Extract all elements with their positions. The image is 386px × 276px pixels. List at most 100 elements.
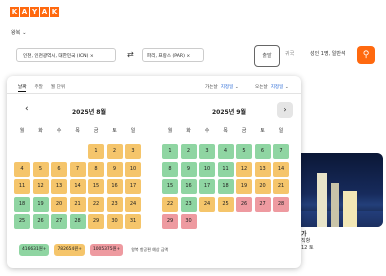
calendar-day[interactable]: 18 [217, 179, 234, 194]
calendar-day[interactable]: 7 [69, 161, 86, 177]
calendar-day[interactable]: 9 [180, 161, 197, 177]
calendar-day[interactable]: 4 [14, 161, 30, 177]
calendar-day[interactable]: 11 [217, 161, 234, 177]
calendar-day[interactable]: 10 [125, 161, 141, 177]
chevron-down-icon: ⌄ [283, 85, 289, 90]
calendar-day[interactable]: 6 [51, 161, 67, 177]
chevron-down-icon: ⌄ [22, 30, 27, 36]
calendar-day[interactable]: 12 [236, 161, 252, 177]
calendar-day[interactable]: 29 [88, 214, 104, 229]
calendar-grid-august: 1 2 3 4 5 6 7 8 9 10 11 12 13 14 15 16 17 18 19 20 21 22 23 24 2… [14, 144, 141, 229]
calendar-day[interactable]: 23 [180, 196, 197, 212]
calendar-day[interactable]: 26 [236, 196, 252, 212]
remove-destination-icon[interactable]: × [186, 54, 190, 59]
chevron-down-icon: ⌄ [233, 85, 239, 90]
calendar-day[interactable]: 5 [236, 144, 252, 159]
calendar-day[interactable]: 5 [32, 161, 49, 177]
calendar-day[interactable]: 10 [199, 161, 215, 177]
calendar-day[interactable]: 30 [180, 214, 197, 229]
calendar-day[interactable]: 8 [88, 161, 104, 177]
depart-date-field[interactable]: 출발 [254, 45, 280, 67]
search-bar: 인천, 인천광역시, 대한민국 (ICN) × ⇄ 파리, 프랑스 (PAR) … [10, 42, 380, 71]
destination-card-text: 가 직항 12 토 [301, 231, 314, 252]
next-month-button[interactable]: › [277, 102, 293, 118]
calendar-day[interactable]: 2 [106, 144, 123, 159]
calendar-day[interactable]: 25 [14, 214, 30, 229]
calendar-day[interactable]: 22 [162, 196, 178, 212]
calendar-day[interactable]: 17 [125, 179, 141, 194]
calendar-day[interactable]: 26 [32, 214, 49, 229]
weekday-label: 목 [223, 128, 228, 134]
calendar-day[interactable]: 3 [199, 144, 215, 159]
tab-weekends[interactable]: 주말 [34, 84, 42, 92]
calendar-day[interactable]: 21 [273, 179, 289, 194]
tab-monthly[interactable]: 월 단위 [51, 84, 65, 92]
travelers-field[interactable]: 성인 1명, 일반석 [310, 48, 346, 60]
kayak-logo[interactable]: KAYAK [10, 7, 59, 17]
calendar-day[interactable]: 8 [162, 161, 178, 177]
calendar-day[interactable]: 7 [273, 144, 289, 159]
weekday-label: 금 [93, 128, 99, 134]
calendar-day[interactable]: 18 [14, 196, 30, 212]
weekday-label: 수 [56, 128, 62, 134]
calendar-day[interactable]: 19 [32, 196, 49, 212]
calendar-day[interactable]: 12 [32, 179, 49, 194]
return-flex-select[interactable]: 오는날 지정일 ⌄ [255, 84, 289, 90]
prev-month-button[interactable]: ‹ [25, 104, 29, 114]
weekday-label: 월 [19, 128, 25, 134]
calendar-day[interactable]: 24 [199, 196, 215, 212]
calendar-day[interactable]: 15 [162, 179, 178, 194]
calendar-day[interactable]: 27 [51, 214, 67, 229]
calendar-day[interactable]: 20 [51, 196, 67, 212]
calendar-day[interactable]: 14 [69, 179, 86, 194]
calendar-day[interactable]: 30 [106, 214, 123, 229]
calendar-day[interactable]: 19 [236, 179, 252, 194]
legend-note: 왕복 항공편 예상 금액 [131, 247, 169, 252]
depart-flex-label: 가는날 [205, 85, 218, 90]
calendar-day[interactable]: 1 [88, 144, 104, 159]
search-button[interactable]: ⚲ [357, 46, 375, 64]
calendar-day[interactable]: 13 [51, 179, 67, 194]
calendar-day[interactable]: 23 [106, 196, 123, 212]
calendar-day[interactable]: 11 [14, 179, 30, 194]
trip-type-select[interactable]: 왕복 ⌄ [11, 29, 26, 36]
calendar-day[interactable]: 29 [162, 214, 178, 229]
calendar-day[interactable]: 21 [69, 196, 86, 212]
depart-flex-select[interactable]: 가는날 지정일 ⌄ [205, 84, 239, 90]
swap-icon[interactable]: ⇄ [127, 50, 134, 59]
calendar-day[interactable]: 25 [217, 196, 234, 212]
remove-origin-icon[interactable]: × [90, 54, 94, 59]
calendar-day[interactable]: 6 [254, 144, 271, 159]
calendar-day[interactable]: 16 [106, 179, 123, 194]
calendar-day[interactable]: 22 [88, 196, 104, 212]
destination-card-image[interactable] [287, 153, 383, 227]
calendar-day[interactable]: 28 [69, 214, 86, 229]
calendar-day[interactable]: 4 [217, 144, 234, 159]
calendar-day[interactable]: 31 [125, 214, 141, 229]
weekday-label: 토 [112, 128, 117, 134]
month-title-august: 2025년 8월 [72, 109, 107, 116]
origin-field[interactable]: 인천, 인천광역시, 대한민국 (ICN) × [16, 48, 116, 62]
calendar-day[interactable]: 3 [125, 144, 141, 159]
weekday-header-august: 월화수목금토일 [14, 127, 141, 134]
calendar-day[interactable]: 24 [125, 196, 141, 212]
logo-letter: K [10, 7, 19, 17]
calendar-day[interactable]: 2 [180, 144, 197, 159]
calendar-blank [70, 144, 86, 159]
calendar-day[interactable]: 13 [254, 161, 271, 177]
calendar-grid-september: 1 2 3 4 5 6 7 8 9 10 11 12 13 14 15 16 17 18 19 20 21 22 23 24 2… [162, 144, 289, 229]
calendar-day[interactable]: 9 [106, 161, 123, 177]
calendar-day[interactable]: 17 [199, 179, 215, 194]
calendar-day[interactable]: 16 [180, 179, 197, 194]
calendar-day[interactable]: 1 [162, 144, 178, 159]
calendar-day[interactable]: 15 [88, 179, 104, 194]
tab-dates[interactable]: 날짜 [18, 84, 27, 92]
card-subtitle: 직항 [301, 238, 311, 244]
calendar-day[interactable]: 20 [254, 179, 271, 194]
calendar-day[interactable]: 14 [273, 161, 289, 177]
calendar-day[interactable]: 28 [273, 196, 289, 212]
return-date-field[interactable]: 귀국 [285, 48, 294, 60]
destination-field[interactable]: 파리, 프랑스 (PAR) × [142, 48, 204, 62]
calendar-day[interactable]: 27 [254, 196, 271, 212]
chevron-right-icon: › [283, 105, 287, 114]
